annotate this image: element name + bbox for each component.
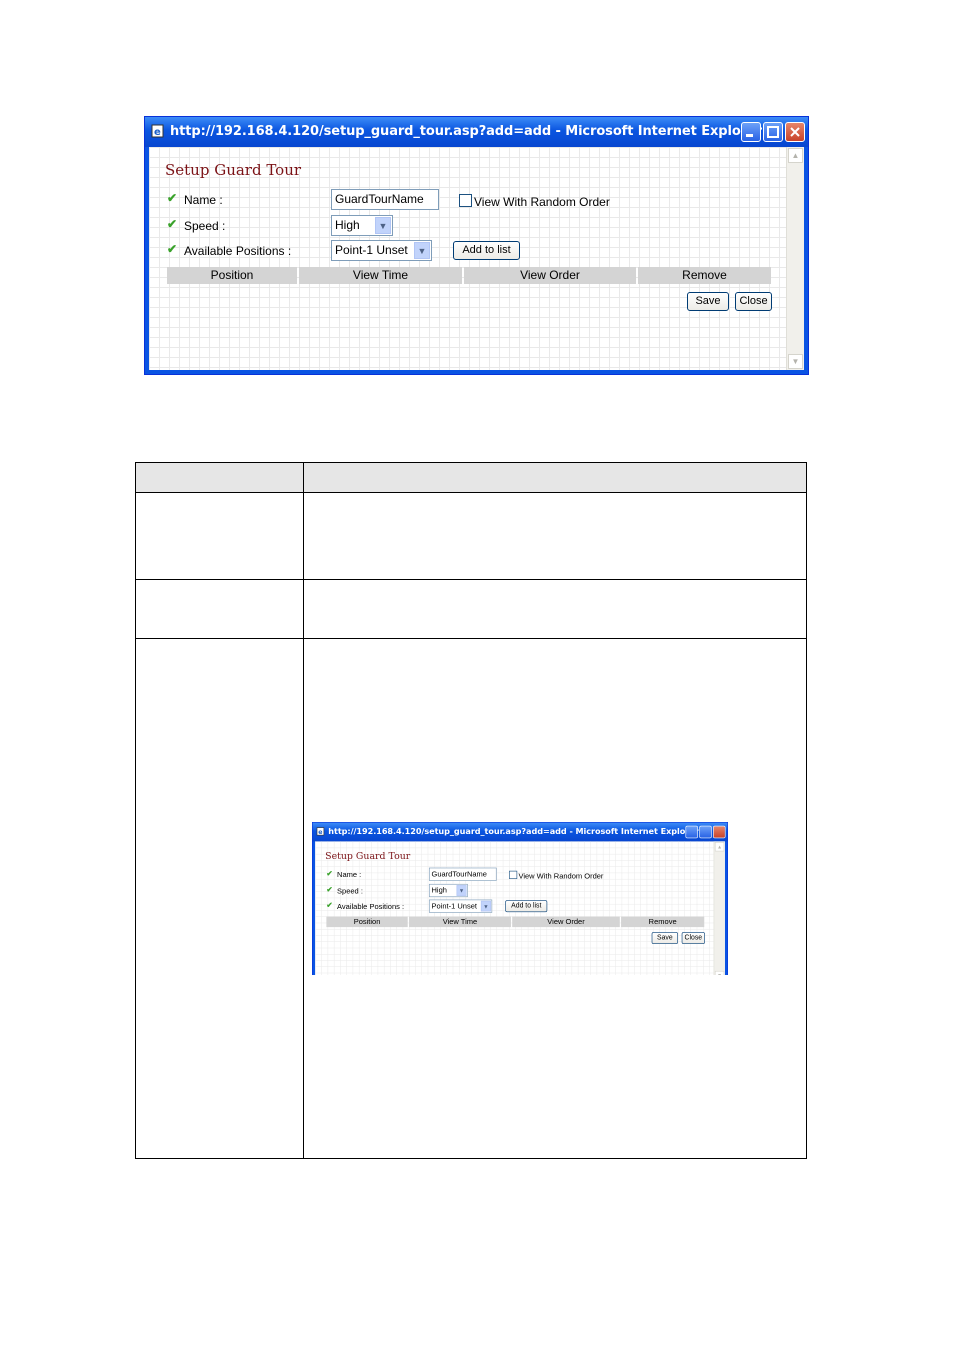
small-random-order-label: View With Random Order xyxy=(518,871,604,881)
minimize-icon xyxy=(746,134,753,137)
vertical-scrollbar[interactable]: ▲ ▼ xyxy=(786,147,804,370)
small-column-view-order: View Order xyxy=(512,916,620,928)
green-check-icon: ✔ xyxy=(167,217,178,231)
close-icon xyxy=(790,127,800,137)
column-divider xyxy=(303,463,304,1158)
small-title-bar: e http://192.168.4.120/setup_guard_tour.… xyxy=(312,822,728,842)
small-close-button: Close xyxy=(681,932,705,944)
scroll-up-icon[interactable]: ▲ xyxy=(788,148,803,163)
column-remove: Remove xyxy=(638,267,771,284)
small-positions-label: Available Positions : xyxy=(337,902,405,911)
column-view-time: View Time xyxy=(299,267,462,284)
window-title: http://192.168.4.120/setup_guard_tour.as… xyxy=(170,124,762,139)
title-bar[interactable]: e http://192.168.4.120/setup_guard_tour.… xyxy=(145,117,808,147)
maximize-button[interactable] xyxy=(763,122,783,142)
row-divider xyxy=(136,638,806,639)
chevron-down-icon: ▼ xyxy=(375,217,391,234)
ie-page-icon: e xyxy=(316,827,325,836)
chevron-down-icon: ▼ xyxy=(456,885,467,896)
small-page-content: Setup Guard Tour ✔ Name : GuardTourName … xyxy=(315,841,725,975)
small-positions-value: Point-1 Unset xyxy=(431,901,477,911)
chevron-down-icon: ▼ xyxy=(414,242,430,259)
small-name-input: GuardTourName xyxy=(428,867,497,881)
positions-select[interactable]: Point-1 Unset ▼ xyxy=(331,240,432,261)
scroll-down-icon: ▼ xyxy=(714,970,725,975)
green-check-icon: ✔ xyxy=(326,885,333,894)
small-column-position: Position xyxy=(326,916,408,928)
speed-select[interactable]: High ▼ xyxy=(331,215,393,236)
green-check-icon: ✔ xyxy=(326,900,333,910)
scroll-up-icon: ▲ xyxy=(714,842,725,852)
table-header-row xyxy=(136,463,806,493)
name-input[interactable]: GuardTourName xyxy=(331,189,439,210)
maximize-icon xyxy=(699,825,712,839)
small-ie-window-container: e http://192.168.4.120/setup_guard_tour.… xyxy=(312,822,728,975)
speed-value: High xyxy=(335,218,360,232)
small-ie-window: e http://192.168.4.120/setup_guard_tour.… xyxy=(312,822,728,975)
svg-text:e: e xyxy=(318,829,322,836)
ie-window: e http://192.168.4.120/setup_guard_tour.… xyxy=(144,116,809,375)
close-window-button[interactable] xyxy=(785,122,805,142)
maximize-icon xyxy=(767,126,779,138)
random-order-label: View With Random Order xyxy=(474,195,610,209)
close-button[interactable]: Close xyxy=(735,292,772,311)
description-table: e http://192.168.4.120/setup_guard_tour.… xyxy=(135,462,807,1159)
small-column-view-time: View Time xyxy=(408,916,511,928)
small-save-button: Save xyxy=(651,932,678,944)
row-divider xyxy=(136,579,806,580)
green-check-icon: ✔ xyxy=(167,191,178,205)
svg-text:e: e xyxy=(154,127,161,138)
minimize-button[interactable] xyxy=(741,122,761,142)
small-form-title: Setup Guard Tour xyxy=(325,850,411,862)
small-positions-select: Point-1 Unset ▼ xyxy=(428,899,493,913)
column-position: Position xyxy=(167,267,297,284)
small-window-title: http://192.168.4.120/setup_guard_tour.as… xyxy=(328,827,699,837)
small-speed-label: Speed : xyxy=(337,886,363,896)
random-order-checkbox[interactable] xyxy=(459,194,472,207)
name-label: Name : xyxy=(184,193,223,207)
chevron-down-icon: ▼ xyxy=(480,900,491,912)
available-positions-label: Available Positions : xyxy=(184,244,292,258)
column-view-order: View Order xyxy=(464,267,636,284)
close-icon xyxy=(713,825,726,839)
small-speed-select: High ▼ xyxy=(428,883,468,898)
page-content: Setup Guard Tour ✔ Name : GuardTourName … xyxy=(149,147,804,370)
minimize-icon xyxy=(685,825,698,839)
positions-value: Point-1 Unset xyxy=(335,243,408,257)
save-button[interactable]: Save xyxy=(687,292,729,311)
scroll-down-icon[interactable]: ▼ xyxy=(788,354,803,369)
speed-label: Speed : xyxy=(184,219,226,233)
green-check-icon: ✔ xyxy=(167,242,178,256)
ie-page-icon: e xyxy=(151,124,164,138)
form-title: Setup Guard Tour xyxy=(165,161,302,179)
small-name-label: Name : xyxy=(337,870,362,879)
small-speed-value: High xyxy=(431,885,447,895)
small-column-remove: Remove xyxy=(621,916,705,928)
small-add-to-list-button: Add to list xyxy=(505,900,548,913)
small-random-order-checkbox xyxy=(509,870,518,879)
add-to-list-button[interactable]: Add to list xyxy=(453,241,520,260)
small-vertical-scrollbar: ▲ ▼ xyxy=(713,841,725,975)
green-check-icon: ✔ xyxy=(326,868,333,878)
